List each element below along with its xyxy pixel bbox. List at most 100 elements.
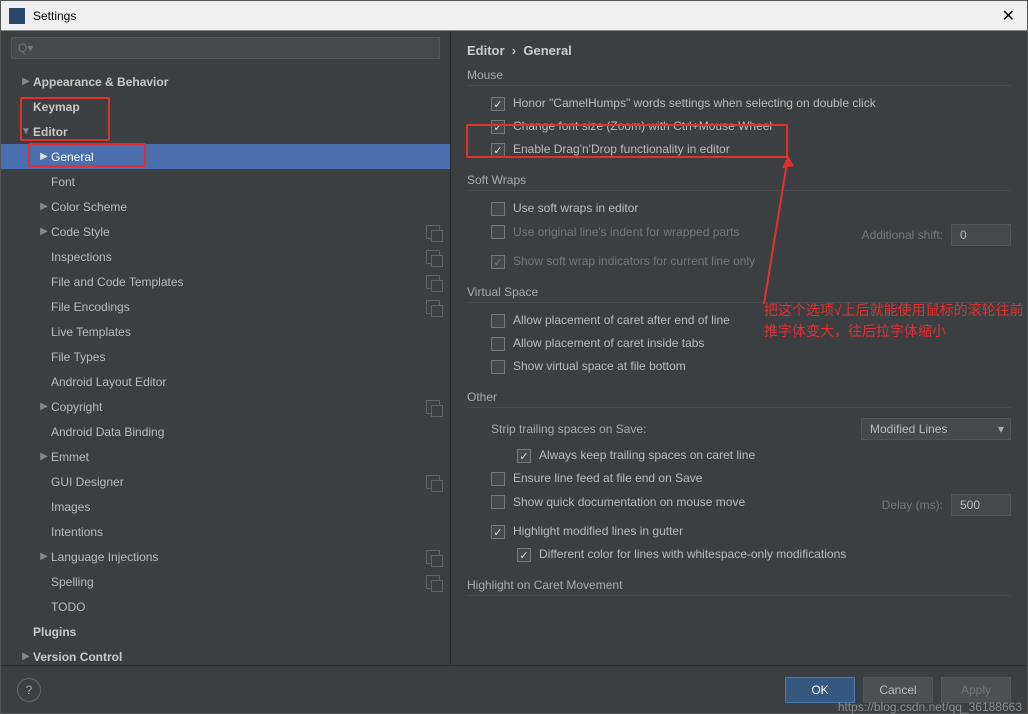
search-input[interactable] [11,37,440,59]
checkbox-icon[interactable] [491,360,505,374]
tree-item-label: Inspections [51,250,426,264]
tree-arrow-icon[interactable]: ▶ [19,76,33,87]
settings-window: Settings ✕ ▶Appearance & BehaviorKeymap▼… [0,0,1028,714]
checkbox-icon[interactable] [491,97,505,111]
tree-item-label: Intentions [51,525,440,539]
content: ▶Appearance & BehaviorKeymap▼Editor▶Gene… [1,31,1027,665]
checkbox-label: Different color for lines with whitespac… [539,547,846,561]
tree-item-todo[interactable]: TODO [1,594,450,619]
checkbox-icon[interactable] [491,120,505,134]
tree-item-android-data-binding[interactable]: Android Data Binding [1,419,450,444]
tree-item-inspections[interactable]: Inspections [1,244,450,269]
option-diff-color[interactable]: Different color for lines with whitespac… [467,543,1011,566]
checkbox-icon[interactable] [491,525,505,539]
breadcrumb-part: Editor [467,43,505,58]
cancel-button[interactable]: Cancel [863,677,933,703]
option-virtual-bottom[interactable]: Show virtual space at file bottom [467,355,1011,378]
checkbox-icon[interactable] [491,337,505,351]
checkbox-icon[interactable] [491,314,505,328]
tree-arrow-icon[interactable]: ▶ [37,451,51,462]
breadcrumb-part: General [523,43,571,58]
section-softwraps: Soft Wraps [467,173,1011,191]
section-mouse: Mouse [467,68,1011,86]
checkbox-label: Change font size (Zoom) with Ctrl+Mouse … [513,119,772,133]
tree-item-gui-designer[interactable]: GUI Designer [1,469,450,494]
close-icon[interactable]: ✕ [998,6,1019,26]
checkbox-icon[interactable] [517,449,531,463]
tree-item-intentions[interactable]: Intentions [1,519,450,544]
checkbox-icon[interactable] [491,143,505,157]
option-highlight-mod[interactable]: Highlight modified lines in gutter [467,520,1011,543]
tree-item-editor[interactable]: ▼Editor [1,119,450,144]
tree-arrow-icon[interactable]: ▶ [37,551,51,562]
section-highlight-caret: Highlight on Caret Movement [467,578,1011,596]
dialog-footer: ? OK Cancel Apply [1,665,1027,713]
window-title: Settings [33,9,998,23]
tree-item-general[interactable]: ▶General [1,144,450,169]
ok-button[interactable]: OK [785,677,855,703]
checkbox-label: Show soft wrap indicators for current li… [513,254,755,268]
option-dnd[interactable]: Enable Drag'n'Drop functionality in edit… [467,138,1011,161]
tree-item-spelling[interactable]: Spelling [1,569,450,594]
checkbox-icon[interactable] [517,548,531,562]
tree-item-keymap[interactable]: Keymap [1,94,450,119]
checkbox-icon[interactable] [491,472,505,486]
tree-item-label: Plugins [33,625,440,639]
help-button[interactable]: ? [17,678,41,702]
tree-item-file-encodings[interactable]: File Encodings [1,294,450,319]
option-virtual-tabs[interactable]: Allow placement of caret inside tabs [467,332,1011,355]
settings-tree[interactable]: ▶Appearance & BehaviorKeymap▼Editor▶Gene… [1,65,450,665]
checkbox-icon[interactable] [491,202,505,216]
tree-arrow-icon[interactable]: ▶ [37,401,51,412]
tree-item-label: Version Control [33,650,440,664]
tree-item-android-layout-editor[interactable]: Android Layout Editor [1,369,450,394]
tree-arrow-icon[interactable]: ▶ [19,651,33,662]
project-scope-icon [426,575,440,589]
tree-item-language-injections[interactable]: ▶Language Injections [1,544,450,569]
checkbox-label: Allow placement of caret inside tabs [513,336,704,350]
tree-item-emmet[interactable]: ▶Emmet [1,444,450,469]
tree-item-label: Copyright [51,400,426,414]
project-scope-icon [426,225,440,239]
tree-arrow-icon[interactable]: ▼ [19,126,33,137]
project-scope-icon [426,300,440,314]
tree-item-version-control[interactable]: ▶Version Control [1,644,450,665]
tree-item-label: Color Scheme [51,200,440,214]
checkbox-label: Highlight modified lines in gutter [513,524,683,538]
option-zoom[interactable]: Change font size (Zoom) with Ctrl+Mouse … [467,115,1011,138]
tree-item-plugins[interactable]: Plugins [1,619,450,644]
tree-item-label: Android Layout Editor [51,375,440,389]
tree-item-images[interactable]: Images [1,494,450,519]
tree-item-label: File Types [51,350,440,364]
project-scope-icon [426,400,440,414]
tree-item-color-scheme[interactable]: ▶Color Scheme [1,194,450,219]
strip-label: Strip trailing spaces on Save: [491,422,646,436]
tree-item-file-and-code-templates[interactable]: File and Code Templates [1,269,450,294]
checkbox-icon[interactable] [491,495,505,509]
option-ensure-lf[interactable]: Ensure line feed at file end on Save [467,467,1011,490]
tree-arrow-icon[interactable]: ▶ [37,226,51,237]
option-keep-caret[interactable]: Always keep trailing spaces on caret lin… [467,444,1011,467]
project-scope-icon [426,275,440,289]
tree-arrow-icon[interactable]: ▶ [37,151,51,162]
option-virtual-eol[interactable]: Allow placement of caret after end of li… [467,309,1011,332]
tree-item-code-style[interactable]: ▶Code Style [1,219,450,244]
tree-item-font[interactable]: Font [1,169,450,194]
tree-arrow-icon[interactable]: ▶ [37,201,51,212]
tree-item-file-types[interactable]: File Types [1,344,450,369]
breadcrumb: Editor › General [451,31,1027,68]
option-quickdoc[interactable]: Show quick documentation on mouse move D… [467,490,1011,520]
strip-select[interactable]: Modified Lines [861,418,1011,440]
tree-item-label: Appearance & Behavior [33,75,440,89]
tree-item-copyright[interactable]: ▶Copyright [1,394,450,419]
tree-item-live-templates[interactable]: Live Templates [1,319,450,344]
option-softwrap-indent: Use original line's indent for wrapped p… [467,220,1011,250]
settings-scroll[interactable]: Mouse Honor "CamelHumps" words settings … [451,68,1027,665]
option-camelhumps[interactable]: Honor "CamelHumps" words settings when s… [467,92,1011,115]
shift-label: Additional shift: [862,228,943,242]
checkbox-label: Use original line's indent for wrapped p… [513,225,739,239]
option-softwrap-use[interactable]: Use soft wraps in editor [467,197,1011,220]
checkbox-label: Show virtual space at file bottom [513,359,686,373]
tree-item-appearance-behavior[interactable]: ▶Appearance & Behavior [1,69,450,94]
delay-input [951,494,1011,516]
